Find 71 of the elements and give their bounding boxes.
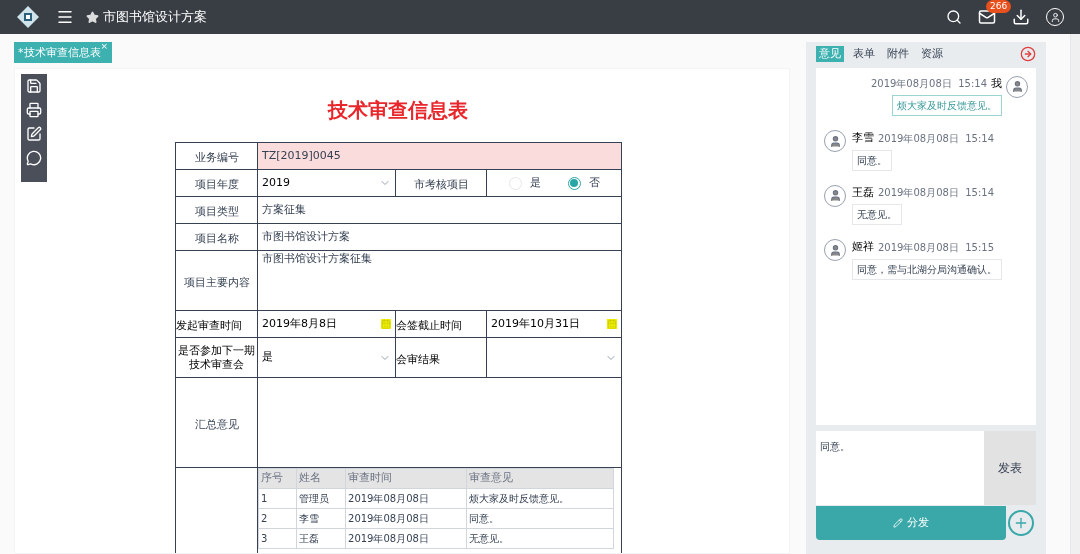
print-icon[interactable] xyxy=(26,102,42,118)
table-cell: 3 xyxy=(258,528,297,549)
field-label: 发起审查时间 xyxy=(176,319,242,332)
table-cell: 王磊 xyxy=(296,528,346,549)
message-bubble: 同意。 xyxy=(852,149,892,171)
table-cell: 2019年08月08日 xyxy=(345,488,467,509)
comment-input[interactable]: 同意。 xyxy=(816,430,984,505)
column-header: 姓名 xyxy=(296,468,346,489)
avatar-icon xyxy=(824,130,846,153)
field-label: 项目类型 xyxy=(194,205,239,218)
save-icon[interactable] xyxy=(26,78,42,94)
avatar-icon xyxy=(1006,75,1028,98)
table-cell: 2019年08月08日 xyxy=(345,528,467,549)
logo-icon xyxy=(16,5,40,29)
column-header: 序号 xyxy=(258,468,297,489)
radio-option[interactable]: 是 xyxy=(508,174,541,192)
message-bubble: 无意见。 xyxy=(852,204,902,226)
table-cell: 同意。 xyxy=(466,508,614,529)
radio-option[interactable]: 否 xyxy=(567,174,600,192)
column-header: 审查意见 xyxy=(466,468,614,489)
star-icon[interactable] xyxy=(86,10,99,24)
message-time: 2019年08月08日 15:15 xyxy=(878,240,995,255)
text-field[interactable]: TZ[2019]0045 xyxy=(257,142,622,170)
table-cell: 1 xyxy=(258,488,297,509)
comment-icon[interactable] xyxy=(26,150,42,166)
text-field[interactable]: 市图书馆设计方案 xyxy=(257,223,622,251)
notification-badge: 266 xyxy=(986,0,1012,13)
table-cell: 烦大家及时反馈意见。 xyxy=(466,488,614,509)
avatar-icon xyxy=(824,184,846,207)
calendar-icon xyxy=(381,319,391,329)
table-cell: 2 xyxy=(258,508,297,529)
author-name: 我 xyxy=(991,75,1002,92)
field-label: 项目名称 xyxy=(194,232,239,245)
window-title: 市图书馆设计方案 xyxy=(103,8,207,27)
pencil-icon xyxy=(893,518,903,528)
submit-button[interactable]: 发表 xyxy=(984,430,1036,505)
calendar-icon xyxy=(607,319,618,329)
table-cell: 2019年08月08日 xyxy=(345,508,467,529)
author-name: 姬祥 xyxy=(852,239,874,256)
panel-tab[interactable]: 表单 xyxy=(850,45,878,63)
field-label: 汇总意见 xyxy=(194,417,239,431)
field-label: 是否参加下一期技术审查会 xyxy=(177,343,256,372)
field-label: 业务编号 xyxy=(194,151,239,164)
menu-icon[interactable] xyxy=(56,8,74,26)
column-header: 审查时间 xyxy=(345,468,467,489)
mail-icon[interactable] xyxy=(978,8,996,26)
message-bubble: 烦大家及时反馈意见。 xyxy=(892,95,1002,117)
content-textarea[interactable]: 市图书馆设计方案征集 xyxy=(258,251,622,309)
message-time: 2019年08月08日 15:14 xyxy=(870,77,987,92)
arrow-right-icon[interactable] xyxy=(1020,45,1036,62)
panel-tab[interactable]: 附件 xyxy=(884,45,912,63)
panel-tab[interactable]: 资源 xyxy=(918,45,946,63)
form-title: 技术审查信息表 xyxy=(326,97,469,124)
author-name: 李雪 xyxy=(852,130,874,147)
text-field[interactable]: 方案征集 xyxy=(257,196,622,224)
field-label: 项目年度 xyxy=(194,178,239,191)
field-label: 会审结果 xyxy=(396,352,440,366)
field-label: 会签截止时间 xyxy=(396,319,462,332)
table-cell: 无意见。 xyxy=(466,528,614,549)
field-label: 项目主要内容 xyxy=(183,275,250,289)
search-icon[interactable] xyxy=(946,9,962,25)
message-bubble: 同意，需与北湖分局沟通确认。 xyxy=(852,258,1002,280)
author-name: 王磊 xyxy=(852,184,874,201)
table-cell: 李雪 xyxy=(296,508,346,529)
message-time: 2019年08月08日 15:14 xyxy=(878,186,995,201)
edit-icon[interactable] xyxy=(26,126,42,142)
table-cell: 管理员 xyxy=(296,488,346,509)
message-time: 2019年08月08日 15:14 xyxy=(878,131,995,146)
download-icon[interactable] xyxy=(1012,8,1030,26)
avatar-icon xyxy=(824,239,846,262)
field-label: 市考核项目 xyxy=(413,178,469,191)
